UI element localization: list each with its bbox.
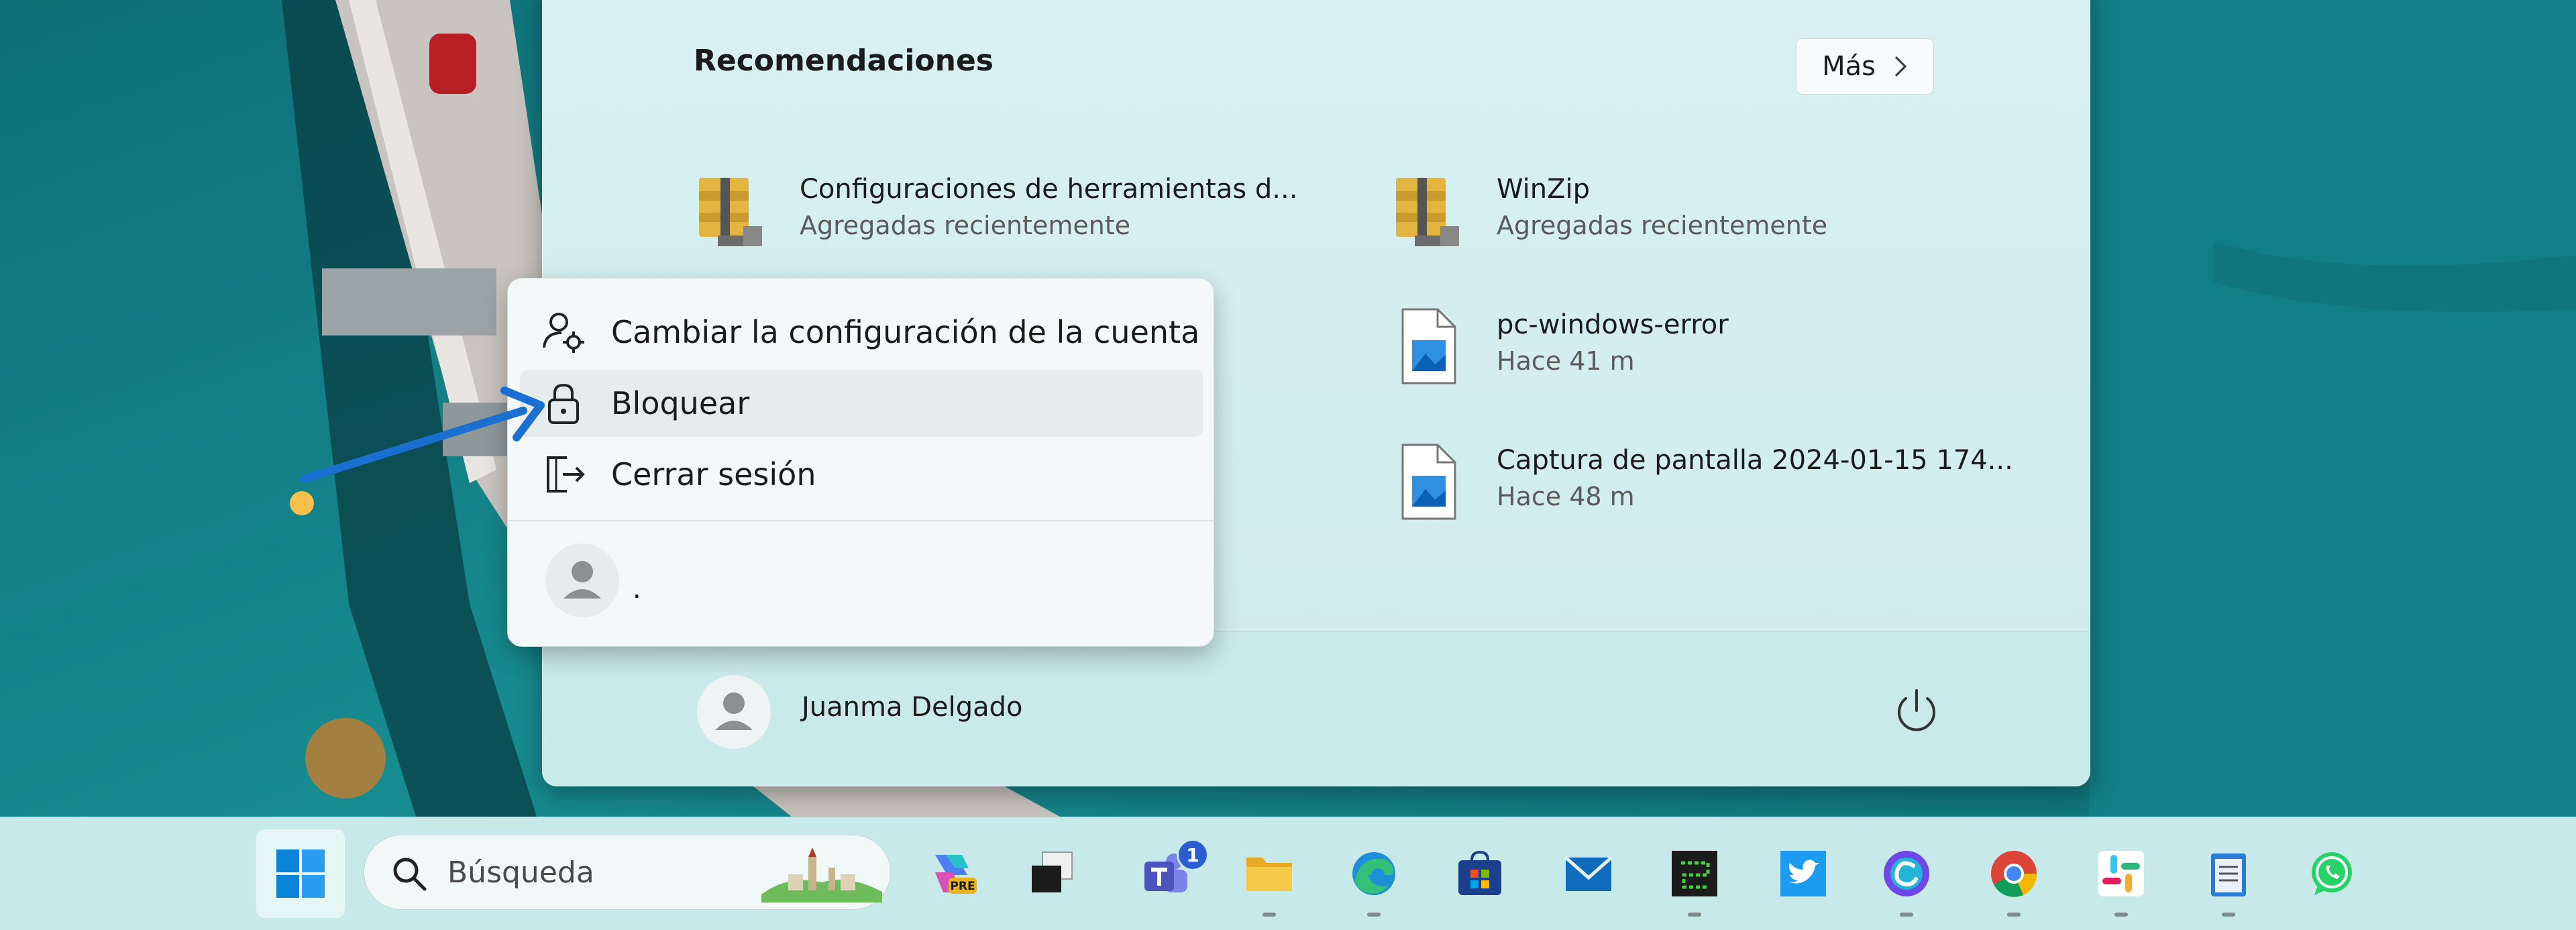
canva-icon: [1884, 851, 1929, 896]
running-indicator: [2222, 913, 2235, 917]
sign-out-icon: [547, 456, 585, 493]
mail-icon: [1564, 856, 1613, 891]
running-indicator: [1688, 913, 1701, 917]
notepad-button[interactable]: [2184, 829, 2273, 918]
recommendations-title: Recomendaciones: [694, 44, 994, 78]
task-view-icon: [1032, 851, 1073, 892]
sign-out-item[interactable]: Cerrar sesión: [520, 441, 1203, 508]
slack-icon: [2098, 851, 2144, 896]
archive-icon: [1396, 178, 1459, 246]
running-indicator: [2114, 913, 2128, 917]
other-user-name[interactable]: .: [633, 574, 641, 605]
menu-divider: [508, 520, 1214, 521]
menu-item-label: Cambiar la configuración de la cuenta: [611, 314, 1200, 350]
user-name[interactable]: Juanma Delgado: [802, 692, 1023, 723]
recommendation-item[interactable]: pc-windows-error Hace 41 m: [1391, 307, 1729, 387]
more-button[interactable]: Más: [1796, 38, 1934, 95]
file-explorer-button[interactable]: [1225, 829, 1313, 918]
recommendation-item[interactable]: Configuraciones de herramientas d... Agr…: [694, 171, 1297, 252]
chevron-right-icon: [1894, 56, 1907, 77]
whatsapp-icon: [2312, 852, 2352, 895]
copilot-icon: PRE: [935, 855, 977, 894]
taskbar-search[interactable]: [364, 835, 891, 910]
menu-item-label: Bloquear: [611, 385, 750, 421]
recommendation-item[interactable]: Captura de pantalla 2024-01-15 174... Ha…: [1391, 442, 2013, 523]
edge-icon: [1352, 852, 1395, 895]
store-button[interactable]: [1436, 829, 1524, 918]
user-icon: [564, 561, 601, 599]
store-icon: [1458, 850, 1501, 895]
start-menu-footer: [543, 631, 2090, 786]
copilot-button[interactable]: PRE: [907, 829, 996, 918]
power-icon[interactable]: [1890, 684, 1943, 737]
teams-notification-badge: 1: [1177, 839, 1209, 871]
search-input[interactable]: [446, 851, 704, 893]
recommendation-name: Captura de pantalla 2024-01-15 174...: [1497, 445, 2013, 476]
search-highlight-icon: [761, 847, 882, 902]
chrome-button[interactable]: [1970, 829, 2058, 918]
menu-item-label: Cerrar sesión: [611, 456, 816, 493]
lock-item[interactable]: Bloquear: [520, 370, 1203, 437]
recommendation-name: Configuraciones de herramientas d...: [800, 174, 1298, 205]
windows-logo-icon: [276, 849, 325, 898]
recommendation-name: pc-windows-error: [1497, 309, 1729, 340]
folder-icon: [1246, 858, 1292, 891]
start-button[interactable]: [256, 829, 345, 918]
other-user-avatar[interactable]: [545, 544, 619, 617]
terminal-button[interactable]: [1650, 829, 1739, 918]
notepad-icon: [2211, 854, 2246, 896]
running-indicator: [1263, 913, 1276, 917]
recommendation-subtitle: Hace 48 m: [1497, 482, 1635, 511]
mail-button[interactable]: [1544, 829, 1633, 918]
recommendation-subtitle: Agregadas recientemente: [1497, 211, 1828, 240]
recommendation-subtitle: Hace 41 m: [1497, 346, 1635, 376]
twitter-icon: [1780, 851, 1826, 896]
account-context-menu: Cambiar la configuración de la cuenta Bl…: [507, 278, 1214, 647]
edge-button[interactable]: [1330, 829, 1418, 918]
task-view-button[interactable]: [1008, 829, 1096, 918]
chrome-icon: [1991, 851, 2037, 897]
twitter-button[interactable]: [1759, 829, 1847, 918]
image-file-icon: [1401, 308, 1456, 384]
canva-button[interactable]: [1862, 829, 1951, 918]
whatsapp-button[interactable]: [2288, 829, 2376, 918]
copilot-badge: PRE: [950, 880, 975, 893]
running-indicator: [1367, 913, 1381, 917]
lock-icon: [548, 383, 579, 424]
user-settings-icon: [543, 313, 584, 353]
image-file-icon: [1401, 444, 1456, 520]
more-button-label: Más: [1822, 51, 1876, 82]
teams-button[interactable]: 1: [1122, 829, 1210, 918]
recommendation-item[interactable]: WinZip Agregadas recientemente: [1391, 171, 1827, 252]
taskbar: PRE 1: [0, 817, 2576, 930]
user-icon: [715, 692, 753, 730]
archive-icon: [699, 178, 762, 246]
running-indicator: [1900, 913, 1913, 917]
change-account-settings-item[interactable]: Cambiar la configuración de la cuenta: [520, 299, 1203, 366]
recommendation-subtitle: Agregadas recientemente: [800, 211, 1131, 240]
user-avatar[interactable]: [697, 675, 771, 749]
slack-button[interactable]: [2077, 829, 2165, 918]
running-indicator: [2007, 913, 2021, 917]
terminal-icon: [1672, 851, 1717, 896]
recommendation-name: WinZip: [1497, 174, 1591, 205]
search-icon: [393, 858, 427, 891]
